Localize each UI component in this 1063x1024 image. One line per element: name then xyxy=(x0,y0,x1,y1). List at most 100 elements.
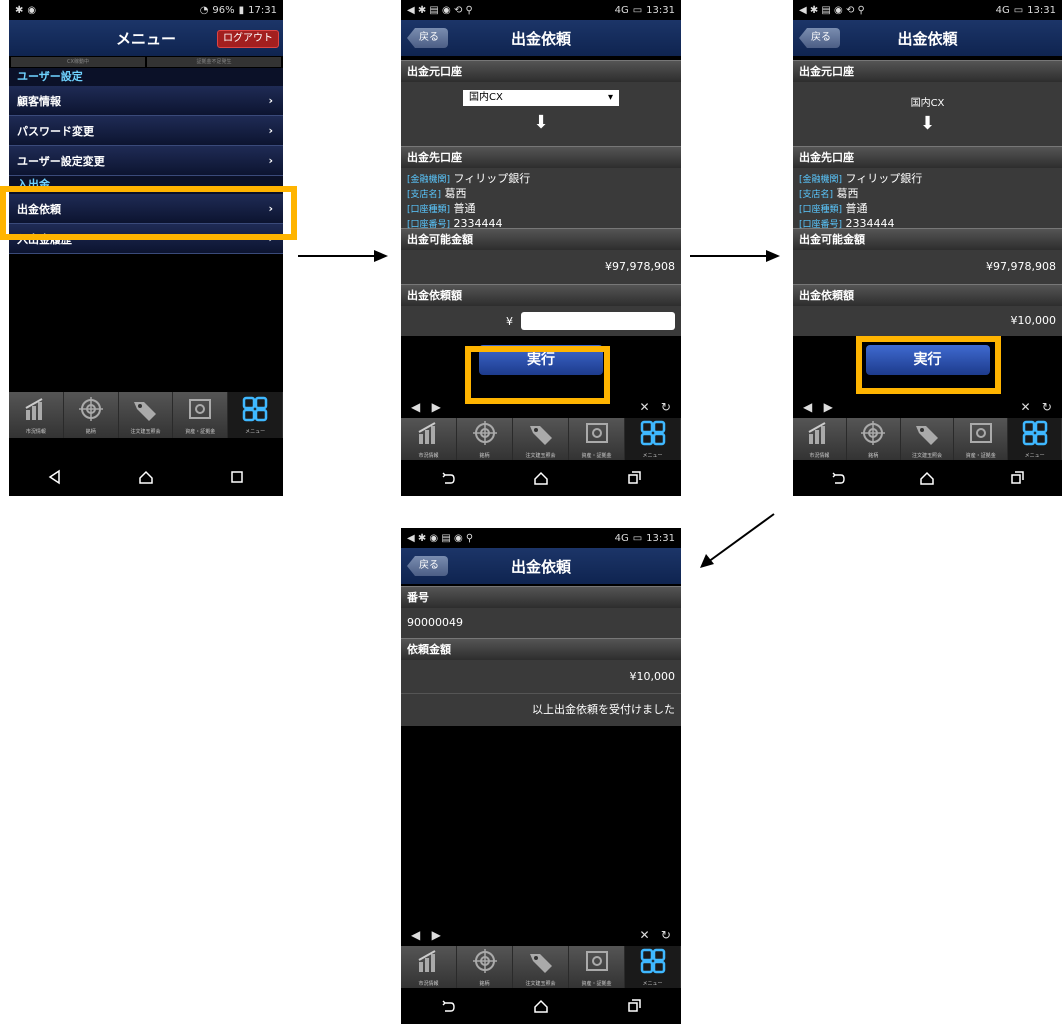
bottom-nav-item[interactable]: 資産・証拠金 xyxy=(173,392,229,438)
bottom-nav-item[interactable]: 市況情報 xyxy=(401,418,457,460)
browser-bar: ◀ ▶ ✕ ↻ xyxy=(401,924,681,946)
bottom-nav-item[interactable]: 資産・証拠金 xyxy=(569,946,625,988)
menu-grid-icon xyxy=(639,948,667,978)
source-account-value: 国内CX xyxy=(910,98,945,109)
tag-icon xyxy=(527,420,555,450)
system-nav xyxy=(401,988,681,1024)
bottom-nav-item[interactable]: 市況情報 xyxy=(401,946,457,988)
recents-icon[interactable] xyxy=(626,998,642,1014)
signal-label: 4G xyxy=(614,4,629,16)
browser-bar: ◀ ▶ ✕ ↻ xyxy=(793,396,1062,418)
back-icon[interactable] xyxy=(440,998,456,1014)
notification-icon: ◀ ✱ ▤ ◉ ⟲ ⚲ xyxy=(799,4,865,16)
menu-grid-icon xyxy=(1021,420,1049,450)
bottom-nav-item[interactable]: 注文建玉照会 xyxy=(513,418,569,460)
dest-account-section: [金融機関] フィリップ銀行 [支店名] 葛西 [口座種類] 普通 [口座番号]… xyxy=(793,168,1062,230)
close-reload-icons[interactable]: ✕ ↻ xyxy=(639,928,671,942)
target-icon xyxy=(77,396,105,426)
recents-icon[interactable] xyxy=(229,469,245,485)
menu-item-customer-info[interactable]: 顧客情報 › xyxy=(9,86,283,116)
header: 戻る 出金依頼 xyxy=(401,548,681,584)
recents-icon[interactable] xyxy=(626,470,642,486)
notification-icon: ◀ ✱ ◉ ▤ ◉ ⚲ xyxy=(407,532,474,544)
bottom-nav-item[interactable]: 注文建玉照会 xyxy=(900,418,955,460)
number-header: 番号 xyxy=(401,586,681,608)
bottom-nav-label: 銘柄 xyxy=(479,980,490,987)
dest-row: [金融機関] フィリップ銀行 xyxy=(799,172,1056,187)
header: 戻る 出金依頼 xyxy=(401,20,681,56)
back-icon[interactable] xyxy=(440,470,456,486)
bottom-nav-item[interactable]: 銘柄 xyxy=(457,418,513,460)
home-icon[interactable] xyxy=(138,469,154,485)
close-reload-icons[interactable]: ✕ ↻ xyxy=(1020,400,1052,414)
header: 戻る 出金依頼 xyxy=(793,20,1062,56)
safe-icon xyxy=(186,396,214,426)
recents-icon[interactable] xyxy=(1009,470,1025,486)
bottom-nav-item[interactable]: 銘柄 xyxy=(63,392,119,438)
logout-button[interactable]: ログアウト xyxy=(217,30,279,48)
clock: 13:31 xyxy=(1027,4,1056,16)
status-tabs: CX稼動中 証拠金不足発生 xyxy=(9,56,283,68)
menu-item-password[interactable]: パスワード変更 › xyxy=(9,116,283,146)
nav-prev-next-icons[interactable]: ◀ ▶ xyxy=(411,928,441,942)
back-button[interactable]: 戻る xyxy=(407,28,448,48)
request-amount-input[interactable] xyxy=(521,312,675,330)
request-amount-header: 出金依頼額 xyxy=(401,284,681,306)
bottom-nav-item[interactable]: メニュー xyxy=(228,392,283,438)
wifi-icon: ◔ xyxy=(199,4,209,16)
source-account-section: 国内CX ⬇ xyxy=(793,82,1062,146)
back-button[interactable]: 戻る xyxy=(407,556,448,576)
nav-prev-next-icons[interactable]: ◀ ▶ xyxy=(411,400,441,414)
source-account-select[interactable]: 国内CX ▾ xyxy=(463,90,619,106)
tag-icon xyxy=(527,948,555,978)
clock: 17:31 xyxy=(248,4,277,16)
home-icon[interactable] xyxy=(919,470,935,486)
safe-icon xyxy=(583,420,611,450)
dest-row: [支店名] 葛西 xyxy=(407,187,675,202)
bottom-nav-item[interactable]: 注文建玉照会 xyxy=(118,392,174,438)
bottom-nav-item[interactable]: メニュー xyxy=(625,418,681,460)
bottom-nav-item[interactable]: メニュー xyxy=(625,946,681,988)
bottom-nav-item[interactable]: 銘柄 xyxy=(846,418,901,460)
bottom-nav-item[interactable]: メニュー xyxy=(1008,418,1062,460)
bottom-nav-label: 資産・証拠金 xyxy=(965,452,996,459)
bottom-nav-item[interactable]: 資産・証拠金 xyxy=(569,418,625,460)
home-icon[interactable] xyxy=(533,998,549,1014)
back-button[interactable]: 戻る xyxy=(799,28,840,48)
back-triangle-icon[interactable] xyxy=(47,469,63,485)
notification-icon: ◀ ✱ ▤ ◉ ⟲ ⚲ xyxy=(407,4,473,16)
highlight-execute-button xyxy=(465,346,610,404)
category-user-settings: ユーザー設定 xyxy=(9,68,283,86)
request-amount-value: ¥10,000 xyxy=(793,306,1062,336)
clock: 13:31 xyxy=(646,532,675,544)
app-icon: ◉ xyxy=(27,4,37,16)
source-account-header: 出金元口座 xyxy=(793,60,1062,82)
dest-label: [口座種類] xyxy=(407,205,451,215)
bottom-nav-item[interactable]: 市況情報 xyxy=(9,392,64,438)
home-icon[interactable] xyxy=(533,470,549,486)
bottom-nav: 市況情報 銘柄 注文建玉照会 資産・証拠金 メニュー xyxy=(401,418,681,460)
safe-icon xyxy=(583,948,611,978)
back-icon[interactable] xyxy=(830,470,846,486)
flow-arrow-right xyxy=(690,250,780,262)
close-reload-icons[interactable]: ✕ ↻ xyxy=(639,400,671,414)
system-nav xyxy=(401,460,681,496)
bottom-nav-item[interactable]: 銘柄 xyxy=(457,946,513,988)
request-amount-header: 出金依頼額 xyxy=(793,284,1062,306)
menu-item-user-settings[interactable]: ユーザー設定変更 › xyxy=(9,146,283,176)
bottom-nav-label: 注文建玉照会 xyxy=(525,452,556,459)
bottom-nav-item[interactable]: 市況情報 xyxy=(793,418,847,460)
bottom-nav-item[interactable]: 資産・証拠金 xyxy=(954,418,1009,460)
yen-prefix: ¥ xyxy=(506,314,513,328)
request-amount: ¥10,000 xyxy=(401,660,681,694)
menu-grid-icon xyxy=(639,420,667,450)
available-amount-header: 出金可能金額 xyxy=(793,228,1062,250)
nav-prev-next-icons[interactable]: ◀ ▶ xyxy=(803,400,833,414)
dest-account-header: 出金先口座 xyxy=(401,146,681,168)
market-chart-icon xyxy=(415,420,443,450)
dest-value: 普通 xyxy=(845,202,868,215)
target-icon xyxy=(859,420,887,450)
source-account-value: 国内CX xyxy=(469,92,503,103)
signal-label: 4G xyxy=(995,4,1010,16)
bottom-nav-item[interactable]: 注文建玉照会 xyxy=(513,946,569,988)
